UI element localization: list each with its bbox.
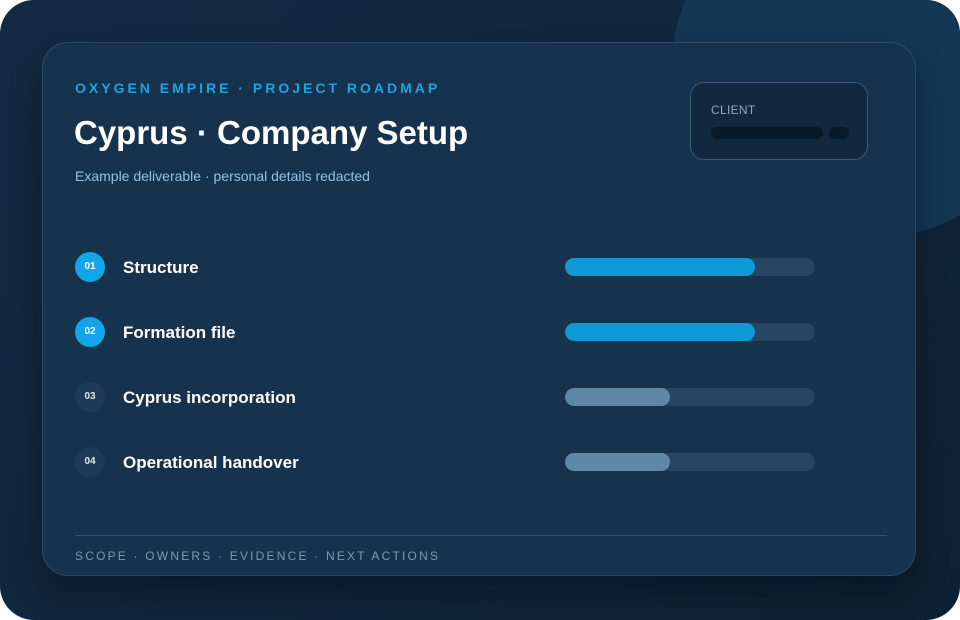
step-label: Structure xyxy=(123,258,199,277)
step-progress-fill xyxy=(565,258,755,276)
page-title: Cyprus · Company Setup xyxy=(74,114,469,151)
step-progress-track xyxy=(565,388,815,406)
footer-text: SCOPE · OWNERS · EVIDENCE · NEXT ACTIONS xyxy=(75,549,441,563)
eyebrow-text: OXYGEN EMPIRE · PROJECT ROADMAP xyxy=(75,80,441,96)
step-row-3: 03 Cyprus incorporation xyxy=(75,382,815,414)
step-label: Cyprus incorporation xyxy=(123,388,296,407)
client-panel: CLIENT xyxy=(690,82,868,160)
step-row-1: 01 Structure xyxy=(75,252,815,284)
client-id-redaction xyxy=(829,127,849,139)
roadmap-page: OXYGEN EMPIRE · PROJECT ROADMAP Cyprus ·… xyxy=(0,0,960,620)
page-subtitle: Example deliverable · personal details r… xyxy=(75,168,370,184)
client-label: CLIENT xyxy=(711,103,756,117)
step-progress-track xyxy=(565,453,815,471)
footer-divider xyxy=(75,535,887,536)
step-number-badge: 02 xyxy=(75,317,105,347)
step-number-badge: 03 xyxy=(75,382,105,412)
step-progress-track xyxy=(565,323,815,341)
step-label: Operational handover xyxy=(123,453,299,472)
step-progress-track xyxy=(565,258,815,276)
roadmap-card: OXYGEN EMPIRE · PROJECT ROADMAP Cyprus ·… xyxy=(42,42,916,576)
step-row-2: 02 Formation file xyxy=(75,317,815,349)
step-row-4: 04 Operational handover xyxy=(75,447,815,479)
step-number-badge: 04 xyxy=(75,447,105,477)
step-progress-fill xyxy=(565,453,670,471)
step-label: Formation file xyxy=(123,323,236,342)
client-name-redaction xyxy=(711,127,823,139)
step-progress-fill xyxy=(565,388,670,406)
step-progress-fill xyxy=(565,323,755,341)
step-number-badge: 01 xyxy=(75,252,105,282)
